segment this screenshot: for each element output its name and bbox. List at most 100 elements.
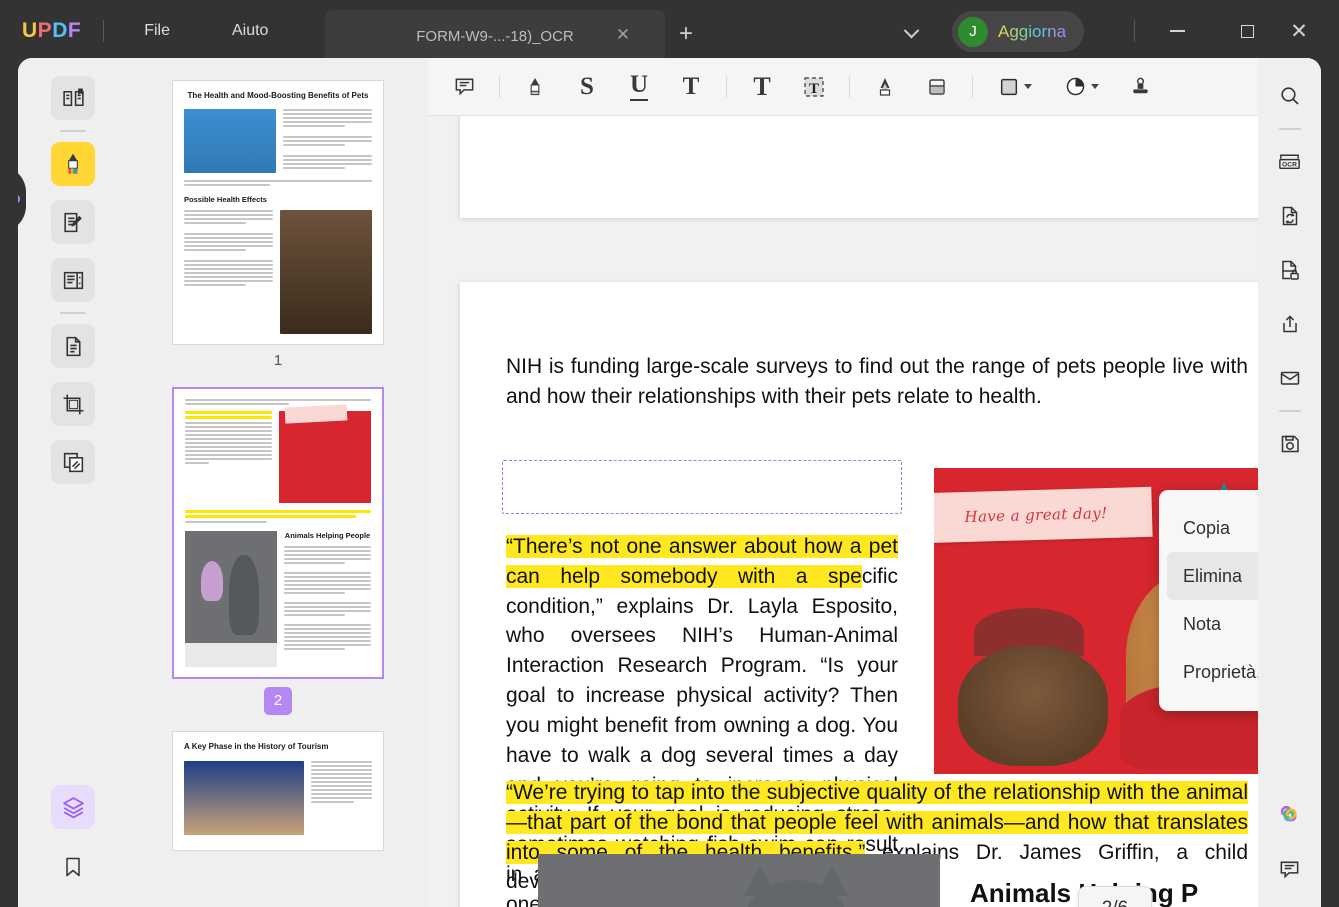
right-item-comments-panel[interactable] xyxy=(1270,849,1310,889)
strikethrough-tool[interactable]: S xyxy=(566,68,608,106)
eraser-tool[interactable] xyxy=(916,68,958,106)
stamp-icon xyxy=(1129,75,1152,98)
text-tool[interactable]: T xyxy=(741,68,783,106)
right-item-search[interactable] xyxy=(1270,76,1310,116)
maximize-button[interactable] xyxy=(1232,16,1262,46)
context-menu-item-delete[interactable]: Elimina Canc xyxy=(1167,552,1258,600)
pdf-page-2[interactable]: NIH is funding large-scale surveys to fi… xyxy=(460,282,1258,907)
thumbnail-item[interactable]: The Health and Mood-Boosting Benefits of… xyxy=(172,80,384,369)
close-tab-button[interactable]: ✕ xyxy=(613,25,633,45)
cat-photo xyxy=(538,854,940,907)
toolbar-divider-3 xyxy=(849,75,850,98)
pdf-page-1[interactable]: conditions. xyxy=(460,116,1258,218)
highlight-annotation-1[interactable]: “There’s not one answer about how a pet … xyxy=(506,535,898,588)
logo-letter-f: F xyxy=(67,19,82,42)
envelope-icon xyxy=(1278,366,1302,390)
chevron-down-icon[interactable] xyxy=(1024,84,1032,89)
sidebar-item-bookmarks[interactable] xyxy=(51,845,95,889)
pages-icon xyxy=(61,334,86,359)
comment-icon xyxy=(1278,858,1301,881)
toolbar-divider-1 xyxy=(499,75,500,98)
menu-file[interactable]: File xyxy=(126,16,188,46)
chevron-down-icon[interactable] xyxy=(1090,84,1099,89)
thumbnail-text-block-3 xyxy=(311,761,372,835)
text-box-tool[interactable]: T xyxy=(793,68,835,106)
ocr-icon: OCR xyxy=(1276,149,1303,176)
document-viewport[interactable]: conditions. NIH is funding large-scale s… xyxy=(428,116,1258,907)
pencil-icon xyxy=(873,75,897,99)
shape-tool[interactable] xyxy=(987,68,1043,106)
right-item-ocr[interactable]: OCR xyxy=(1270,142,1310,182)
text-box-icon: T xyxy=(801,74,827,100)
minimize-button[interactable] xyxy=(1162,16,1192,46)
collapse-sidebar-handle[interactable] xyxy=(18,166,26,232)
context-menu-item-properties[interactable]: Proprietà... xyxy=(1167,648,1258,696)
page-thumbnail-panel[interactable]: The Health and Mood-Boosting Benefits of… xyxy=(128,58,428,907)
highlighter-icon xyxy=(60,151,86,177)
stamp-tool[interactable] xyxy=(1119,68,1161,106)
sidebar-item-organize-pages[interactable] xyxy=(51,324,95,368)
maximize-icon xyxy=(1240,24,1254,38)
sidebar-item-layers[interactable] xyxy=(51,785,95,829)
titlebar-divider xyxy=(103,20,105,42)
search-icon xyxy=(1278,84,1302,108)
thumbnail-page-2-number: 2 xyxy=(264,687,292,716)
underline-tool[interactable]: U xyxy=(618,68,660,106)
sticky-note-tool[interactable] xyxy=(443,68,485,106)
highlight-tool[interactable] xyxy=(514,68,556,106)
context-menu-properties-label: Proprietà... xyxy=(1183,661,1258,682)
thumbnail-text-block-2 xyxy=(184,210,273,334)
lock-document-icon xyxy=(1278,258,1302,282)
menu-help[interactable]: Aiuto xyxy=(214,16,286,46)
convert-document-icon xyxy=(1278,204,1302,228)
thumbnail-item[interactable]: A Key Phase in the History of Tourism xyxy=(172,731,384,852)
context-menu[interactable]: Copia Ctrl+C Elimina Canc Nota Proprietà… xyxy=(1159,490,1258,711)
right-item-email[interactable] xyxy=(1270,358,1310,398)
context-menu-item-copy[interactable]: Copia Ctrl+C xyxy=(1167,504,1258,552)
thumbnail-page-1[interactable]: The Health and Mood-Boosting Benefits of… xyxy=(172,80,384,346)
thumbnail-page-3-title: A Key Phase in the History of Tourism xyxy=(184,742,329,752)
square-shape-icon xyxy=(998,76,1020,98)
account-upgrade-button[interactable]: J Aggiorna xyxy=(952,11,1085,52)
thumbnail-image-city xyxy=(184,761,304,836)
right-item-protect[interactable] xyxy=(1270,250,1310,290)
page-indicator: 2/6 xyxy=(1078,886,1152,907)
ai-clover-icon xyxy=(1276,801,1304,829)
sidebar-item-form[interactable] xyxy=(51,258,95,302)
svg-text:OCR: OCR xyxy=(1282,161,1297,168)
intro-paragraph: NIH is funding large-scale surveys to fi… xyxy=(506,355,1248,408)
right-item-save[interactable] xyxy=(1270,424,1310,464)
context-menu-delete-label: Elimina xyxy=(1183,565,1243,586)
thumbnail-page-1-number: 1 xyxy=(273,352,283,370)
sticky-note-annotation[interactable]: Have a great day! xyxy=(934,486,1153,544)
eraser-icon xyxy=(925,75,949,99)
share-icon xyxy=(1278,312,1302,336)
right-item-convert[interactable] xyxy=(1270,196,1310,236)
new-tab-button[interactable]: + xyxy=(673,22,699,48)
close-window-button[interactable]: ✕ xyxy=(1284,16,1314,46)
shape-color-tool[interactable] xyxy=(1053,68,1109,106)
svg-text:T: T xyxy=(809,81,819,97)
sidebar-item-edit-pdf[interactable] xyxy=(51,200,95,244)
pencil-tool[interactable] xyxy=(864,68,906,106)
thumbnail-page-3[interactable]: A Key Phase in the History of Tourism xyxy=(172,731,384,852)
sidebar-item-crop[interactable] xyxy=(51,382,95,426)
context-menu-item-note[interactable]: Nota xyxy=(1167,600,1258,648)
document-tab-title: FORM-W9-...-18)_OCR xyxy=(416,27,574,45)
thumbnail-page-2[interactable]: Animals Helping People xyxy=(172,387,384,680)
chevron-down-icon[interactable] xyxy=(898,20,924,46)
color-circle-icon xyxy=(1064,75,1087,98)
right-item-share[interactable] xyxy=(1270,304,1310,344)
highlight-annotation-selection[interactable] xyxy=(502,460,902,514)
right-item-ai-assistant[interactable] xyxy=(1270,795,1310,835)
thumbnail-item[interactable]: Animals Helping People 2 xyxy=(172,387,384,716)
sidebar-item-comment-highlight[interactable] xyxy=(51,142,95,186)
thumbnail-page-1-subheading: Possible Health Effects xyxy=(184,195,267,204)
save-disk-icon xyxy=(1278,432,1302,456)
squiggly-underline-icon: T xyxy=(682,73,700,100)
squiggly-tool[interactable]: T xyxy=(670,68,712,106)
text-icon: T xyxy=(753,71,771,101)
sidebar-item-reader[interactable] xyxy=(51,76,95,120)
sidebar-item-compare[interactable] xyxy=(51,440,95,484)
minimize-icon xyxy=(1169,30,1185,32)
